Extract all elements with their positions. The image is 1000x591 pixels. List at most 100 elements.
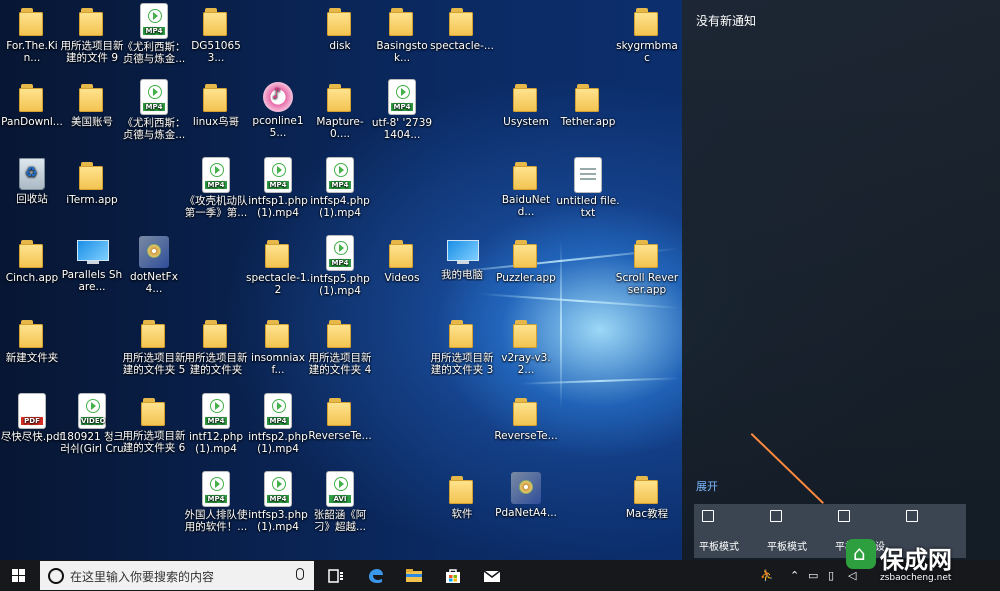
- desktop-icon-label: spectacle-1.2: [246, 272, 310, 296]
- desktop-icon[interactable]: untitled file.txt: [556, 158, 620, 219]
- folder-icon: [265, 320, 291, 348]
- desktop-icon[interactable]: 软件: [430, 472, 494, 520]
- folder-icon: [19, 320, 45, 348]
- desktop-icon[interactable]: MP4 intfsp3.php (1).mp4: [246, 472, 310, 533]
- desktop-icon[interactable]: AVI 张韶涵《阿刁》超越...: [308, 472, 372, 533]
- desktop-icon[interactable]: 用所选项目新建的文件夹 3: [430, 316, 494, 376]
- desktop-icon[interactable]: skygrmbmac: [615, 4, 679, 64]
- action-center-panel: 没有新通知 展开 平板模式平板模式平板所有设: [682, 0, 1000, 560]
- desktop-icon[interactable]: 新建文件夹: [0, 316, 64, 364]
- desktop-icon[interactable]: linux鸟哥: [184, 80, 248, 128]
- folder-icon: [449, 8, 475, 36]
- desktop-icon[interactable]: 回收站: [0, 158, 64, 205]
- desktop-icon[interactable]: Cinch.app: [0, 236, 64, 284]
- desktop-icon[interactable]: MP4 intfsp5.php (1).mp4: [308, 236, 372, 297]
- desktop-icon-label: For.The.Kin...: [6, 40, 58, 64]
- video-file-icon: MP4: [265, 472, 291, 506]
- desktop-icon-label: 《尤利西斯：贞德与炼金...: [122, 117, 186, 141]
- task-view-icon[interactable]: [326, 566, 346, 586]
- desktop-icon-label: Mapture-0....: [316, 116, 364, 140]
- desktop-icon[interactable]: PanDownl...: [0, 80, 64, 128]
- desktop-icon[interactable]: dotNetFx4...: [122, 236, 186, 295]
- desktop-icon[interactable]: spectacle-1.2: [246, 236, 310, 296]
- desktop-icon[interactable]: VIDEO 180921 청크러쉬(Girl Crus...: [60, 394, 124, 455]
- chevron-up-icon[interactable]: ⌃: [790, 569, 799, 582]
- desktop-icon[interactable]: 美国账号: [60, 80, 124, 128]
- folder-icon: [79, 8, 105, 36]
- desktop-icon[interactable]: disk: [308, 4, 372, 52]
- desktop-icon[interactable]: MP4 intfsp4.php (1).mp4: [308, 158, 372, 219]
- desktop-icon[interactable]: iTerm.app: [60, 158, 124, 206]
- folder-icon: [327, 398, 353, 426]
- desktop-icon[interactable]: 用所选项目新建的文件 9: [60, 4, 124, 64]
- taskbar-search-box[interactable]: 在这里输入你要搜索的内容: [40, 561, 314, 590]
- file-type-badge: AVI: [329, 495, 351, 503]
- network-icon[interactable]: ▯: [828, 569, 834, 582]
- people-icon[interactable]: ⛹: [760, 569, 774, 582]
- desktop-icon[interactable]: pconline15...: [246, 80, 310, 139]
- desktop-icon[interactable]: ReverseTe...: [494, 394, 558, 442]
- desktop-icon[interactable]: Basingstok...: [370, 4, 434, 64]
- mail-icon[interactable]: [482, 566, 502, 586]
- desktop-icon-label: 用所选项目新建的文件 9: [60, 40, 124, 64]
- watermark-text: 保成网: [880, 546, 952, 574]
- desktop-icon[interactable]: Mapture-0....: [308, 80, 372, 140]
- desktop-icon[interactable]: DG510653...: [184, 4, 248, 64]
- desktop-icon-label: intf12.php (1).mp4: [188, 431, 244, 455]
- music-file-icon: [263, 82, 293, 112]
- desktop-icon[interactable]: spectacle-...: [430, 4, 494, 52]
- desktop-icon[interactable]: PdaNetA4...: [494, 472, 558, 519]
- desktop-icon[interactable]: 用所选项目新建的文件夹 5: [122, 316, 186, 376]
- installer-icon: [511, 472, 541, 504]
- file-type-badge: MP4: [205, 181, 227, 189]
- desktop-icon[interactable]: Parallels Share...: [60, 236, 124, 293]
- file-type-badge: MP4: [143, 103, 165, 111]
- folder-icon: [203, 320, 229, 348]
- desktop-icon[interactable]: 我的电脑: [430, 236, 494, 281]
- quick-action-tile[interactable]: 平板模式: [694, 504, 762, 558]
- desktop-icon[interactable]: BaiduNetd...: [494, 158, 558, 218]
- windows-logo-icon: [12, 569, 26, 583]
- desktop-icon[interactable]: MP4 intf12.php (1).mp4: [184, 394, 248, 455]
- desktop-icon-label: 回收站: [16, 193, 48, 205]
- file-explorer-icon[interactable]: [404, 566, 424, 586]
- folder-icon: [634, 476, 660, 504]
- folder-icon: [327, 84, 353, 112]
- desktop-icon-label: 180921 청크러쉬(Girl Crus...: [60, 431, 124, 455]
- desktop-icon[interactable]: Videos: [370, 236, 434, 284]
- edge-icon[interactable]: [366, 566, 386, 586]
- desktop-icon[interactable]: MP4 intfsp2.php (1).mp4: [246, 394, 310, 455]
- quick-action-tile[interactable]: 平板模式: [762, 504, 830, 558]
- desktop-icon[interactable]: 用所选项目新建的文件夹 4: [308, 316, 372, 376]
- volume-icon[interactable]: ◁: [848, 569, 856, 582]
- desktop-icon[interactable]: ReverseTe...: [308, 394, 372, 442]
- desktop-icon[interactable]: PDF 尽快尽快.pdf: [0, 394, 64, 443]
- start-button[interactable]: [0, 560, 38, 591]
- desktop-icon[interactable]: MP4 《攻壳机动队第一季》第...: [184, 158, 248, 219]
- desktop-icon[interactable]: 用所选项目新建的文件夹: [184, 316, 248, 376]
- desktop-icon[interactable]: 用所选项目新建的文件夹 6: [122, 394, 186, 454]
- desktop-icon[interactable]: Usystem: [494, 80, 558, 128]
- expand-link[interactable]: 展开: [696, 478, 718, 494]
- microphone-icon[interactable]: [296, 568, 304, 580]
- desktop-icon[interactable]: For.The.Kin...: [0, 4, 64, 64]
- desktop-icon[interactable]: MP4 《尤利西斯：贞德与炼金...: [122, 4, 186, 65]
- folder-icon: [634, 240, 660, 268]
- folder-icon: [79, 162, 105, 190]
- desktop-icon[interactable]: insomniaxf...: [246, 316, 310, 376]
- desktop-icon[interactable]: Scroll Reverser.app: [615, 236, 679, 296]
- desktop-icon[interactable]: MP4 intfsp1.php (1).mp4: [246, 158, 310, 219]
- desktop-icon[interactable]: Puzzler.app: [494, 236, 558, 284]
- desktop-icon-label: intfsp1.php (1).mp4: [248, 195, 308, 219]
- store-icon[interactable]: [443, 566, 463, 586]
- battery-icon[interactable]: ▭: [808, 569, 818, 582]
- desktop-icon[interactable]: MP4 《尤利西斯：贞德与炼金...: [122, 80, 186, 141]
- desktop-icon[interactable]: MP4 utf-8' '27391404...: [370, 80, 434, 141]
- desktop-icon[interactable]: Tether.app: [556, 80, 620, 128]
- video-file-icon: VIDEO: [79, 394, 106, 428]
- desktop-icon[interactable]: MP4 外国人排队使用的软件！...: [184, 472, 248, 533]
- folder-icon: [389, 8, 415, 36]
- desktop-icon[interactable]: v2ray-v3.2...: [494, 316, 558, 376]
- desktop-icon[interactable]: Mac教程: [615, 472, 679, 520]
- watermark-logo-icon: [846, 539, 876, 569]
